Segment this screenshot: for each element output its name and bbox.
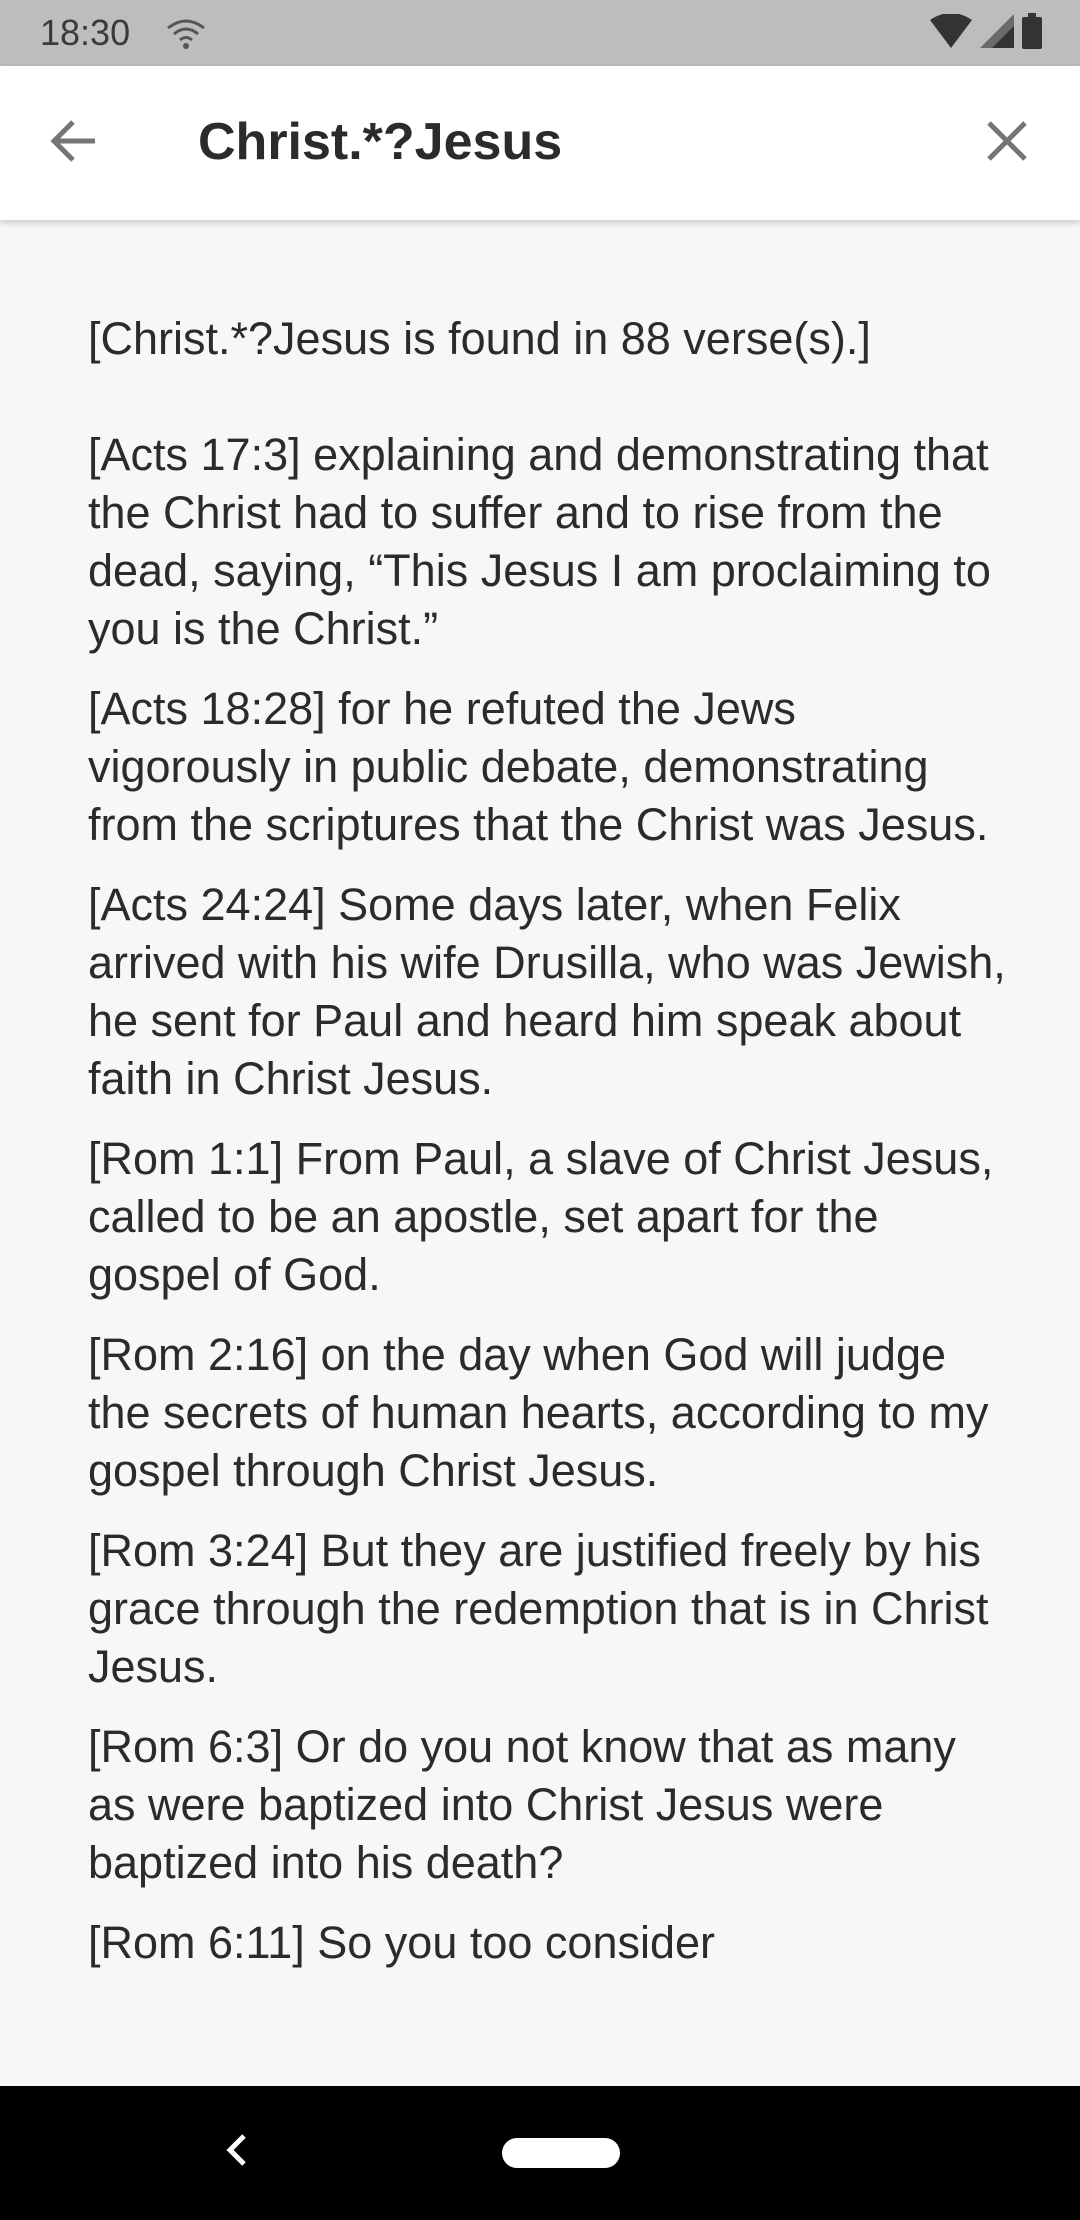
verse-item[interactable]: [Acts 18:28] for he refuted the Jews vig… [88, 680, 1008, 854]
battery-icon [1022, 12, 1042, 54]
verse-item[interactable]: [Rom 6:11] So you too consider [88, 1914, 1008, 1972]
verse-item[interactable]: [Rom 1:1] From Paul, a slave of Christ J… [88, 1130, 1008, 1304]
arrow-back-icon [49, 119, 97, 168]
wifi-icon [930, 12, 972, 53]
search-query-title: Christ.*?Jesus [198, 113, 563, 171]
verse-item[interactable]: [Rom 2:16] on the day when God will judg… [88, 1326, 1008, 1500]
nav-back-button[interactable] [214, 2130, 258, 2174]
chevron-left-icon [224, 2133, 248, 2172]
system-nav-bar [0, 2086, 1080, 2220]
status-icons [930, 12, 1042, 54]
close-button[interactable] [974, 110, 1040, 176]
app-bar: Christ.*?Jesus [0, 66, 1080, 220]
verse-item[interactable]: [Acts 24:24] Some days later, when Felix… [88, 876, 1008, 1108]
nav-home-button[interactable] [502, 2138, 620, 2168]
verse-item[interactable]: [Rom 3:24] But they are justified freely… [88, 1522, 1008, 1696]
close-icon [986, 120, 1028, 167]
status-bar: 18:30 [0, 0, 1080, 66]
verse-item[interactable]: [Rom 6:3] Or do you not know that as man… [88, 1718, 1008, 1892]
wifi-outline-icon [166, 18, 206, 50]
results-summary: [Christ.*?Jesus is found in 88 verse(s).… [88, 313, 871, 364]
verse-item[interactable]: [Acts 17:3] explaining and demonstrating… [88, 426, 1008, 658]
status-time: 18:30 [40, 12, 131, 53]
cell-signal-icon [980, 13, 1014, 53]
results-list: [Christ.*?Jesus is found in 88 verse(s).… [88, 310, 1008, 1994]
search-results[interactable]: [Christ.*?Jesus is found in 88 verse(s).… [0, 220, 1080, 2086]
back-button[interactable] [40, 110, 106, 176]
